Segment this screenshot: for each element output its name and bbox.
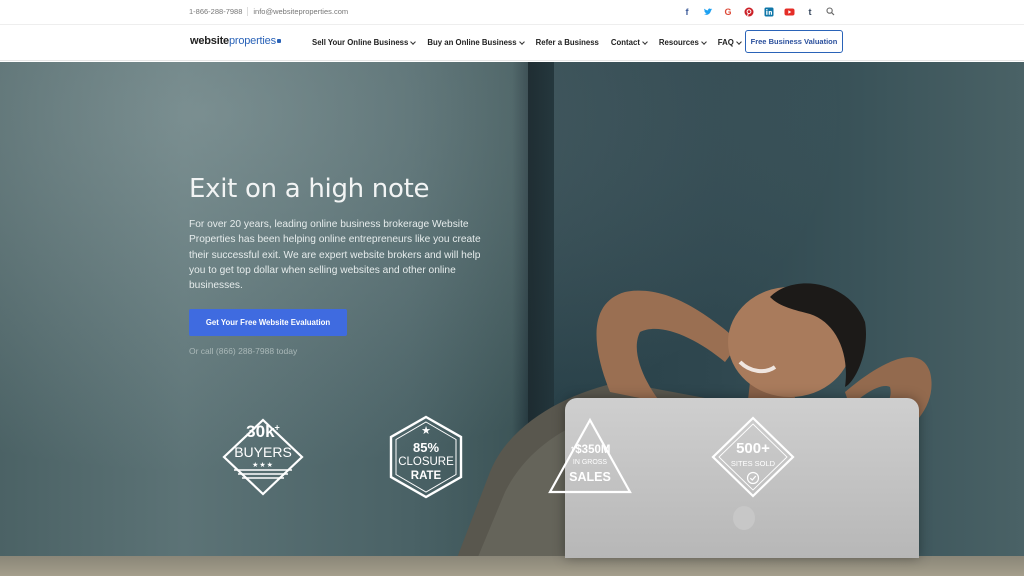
nav-item-contact[interactable]: Contact bbox=[610, 38, 648, 47]
chevron-down-icon bbox=[700, 38, 707, 45]
divider bbox=[247, 7, 249, 16]
contact-info: 1-866-288-7988 info@websiteproperties.co… bbox=[189, 7, 348, 16]
badge-sales-value: ↑$350M bbox=[569, 444, 611, 456]
badge-sites-sold: 500+ SITES SOLD bbox=[708, 412, 798, 502]
nav-item-label: Refer a Business bbox=[535, 38, 599, 47]
phone-link[interactable]: 1-866-288-7988 bbox=[189, 7, 242, 16]
badge-sales-mid: IN GROSS bbox=[572, 459, 608, 466]
chevron-down-icon bbox=[518, 38, 525, 45]
apple-logo-icon bbox=[733, 506, 755, 530]
twitter-icon[interactable] bbox=[701, 5, 715, 19]
hero-description: For over 20 years, leading online busine… bbox=[189, 219, 481, 292]
nav-item-label: Contact bbox=[610, 38, 640, 47]
hero-title: Exit on a high note bbox=[189, 174, 430, 204]
facebook-icon[interactable]: f bbox=[680, 5, 694, 19]
logo-text-properties: properties bbox=[228, 35, 276, 47]
badge-buyers: 30k+ BUYERS ★★★ bbox=[218, 412, 308, 502]
diamond-badge-icon bbox=[711, 416, 795, 498]
pinterest-icon[interactable] bbox=[742, 5, 756, 19]
tumblr-icon[interactable]: t bbox=[803, 5, 817, 19]
chevron-down-icon bbox=[642, 38, 648, 45]
check-circle-icon bbox=[746, 471, 760, 485]
badge-buyers-label: BUYERS bbox=[234, 444, 292, 460]
nav-item-label: Sell Your Online Business bbox=[312, 38, 409, 47]
badge-buyers-value: 30k+ bbox=[218, 422, 308, 442]
badge-stars: ★★★ bbox=[252, 462, 274, 469]
badge-value: 30k bbox=[246, 422, 275, 441]
nav-item-sell[interactable]: Sell Your Online Business bbox=[312, 38, 417, 47]
site-logo[interactable]: websiteproperties bbox=[190, 35, 281, 47]
badge-plus: + bbox=[274, 422, 280, 433]
logo-mark-icon bbox=[276, 39, 281, 44]
nav-item-label: Buy an Online Business bbox=[427, 38, 517, 47]
nav-item-buy[interactable]: Buy an Online Business bbox=[427, 38, 525, 47]
nav-menu: Sell Your Online Business Buy an Online … bbox=[312, 38, 753, 47]
google-icon[interactable]: G bbox=[721, 5, 735, 19]
logo-text-website: website bbox=[190, 35, 229, 47]
badge-gross-sales: ↑$350M IN GROSS SALES bbox=[545, 414, 635, 504]
top-bar: 1-866-288-7988 info@websiteproperties.co… bbox=[0, 0, 1024, 25]
nav-item-faq[interactable]: FAQ bbox=[717, 38, 742, 47]
nav-item-label: FAQ bbox=[717, 38, 734, 47]
hero-call-text: Or call (866) 288-7988 today bbox=[189, 346, 298, 356]
nav-item-resources[interactable]: Resources bbox=[658, 38, 707, 47]
social-links: f G t bbox=[680, 5, 844, 19]
main-navigation: websiteproperties Sell Your Online Busin… bbox=[0, 25, 1024, 61]
badge-sites-value: 500+ bbox=[736, 440, 770, 457]
badge-closure-mid: CLOSURE bbox=[398, 456, 454, 468]
nav-item-label: Resources bbox=[658, 38, 699, 47]
badge-closure-value: 85% bbox=[412, 440, 440, 455]
hero-section: Exit on a high note For over 20 years, l… bbox=[0, 62, 1024, 576]
badge-closure-rate: ★ 85% CLOSURE RATE bbox=[381, 412, 471, 502]
star-icon: ★ bbox=[421, 425, 431, 437]
youtube-icon[interactable] bbox=[783, 5, 797, 19]
free-business-valuation-button[interactable]: Free Business Valuation bbox=[745, 30, 843, 53]
chevron-down-icon bbox=[735, 38, 742, 45]
hero-desk-surface bbox=[0, 556, 1024, 576]
badge-closure-label: RATE bbox=[410, 470, 442, 482]
chevron-down-icon bbox=[410, 38, 417, 45]
linkedin-icon[interactable] bbox=[762, 5, 776, 19]
badge-sales-label: SALES bbox=[569, 470, 611, 484]
free-website-evaluation-button[interactable]: Get Your Free Website Evaluation bbox=[189, 309, 347, 336]
nav-item-refer[interactable]: Refer a Business bbox=[536, 38, 599, 47]
email-link[interactable]: info@websiteproperties.com bbox=[253, 7, 348, 16]
badge-sites-label: SITES SOLD bbox=[730, 459, 776, 468]
search-icon[interactable] bbox=[824, 5, 838, 19]
